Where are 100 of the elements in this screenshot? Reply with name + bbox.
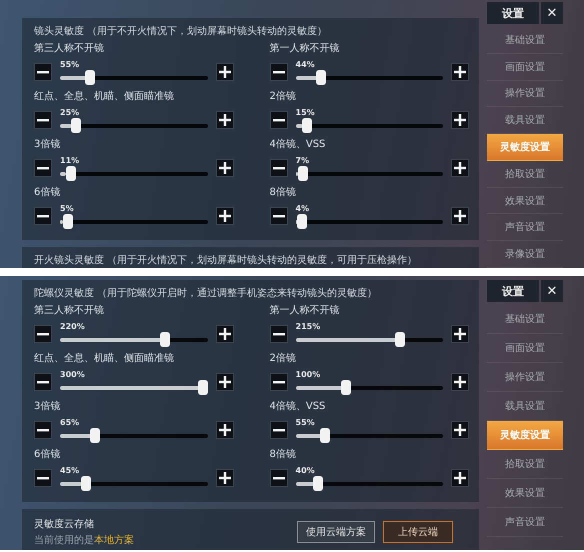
slider-value: 55% — [296, 418, 316, 428]
slider-track[interactable] — [296, 380, 443, 394]
minus-button[interactable] — [270, 325, 288, 343]
sidebar-item[interactable]: 声音设置 — [487, 508, 563, 537]
plan-name: 本地方案 — [94, 535, 134, 546]
plus-button[interactable] — [216, 325, 234, 343]
plus-button[interactable] — [216, 63, 234, 81]
minus-button[interactable] — [270, 207, 288, 225]
sidebar-item[interactable]: 基础设置 — [487, 27, 563, 54]
slider-track[interactable] — [60, 428, 208, 442]
sidebar-item[interactable]: 基础设置 — [487, 305, 563, 334]
sidebar-item[interactable]: 操作设置 — [487, 80, 563, 108]
slider-track[interactable] — [60, 380, 208, 394]
minus-button[interactable] — [270, 421, 288, 439]
slider-thumb[interactable] — [198, 380, 208, 394]
slider-label: 3倍镜 — [34, 400, 62, 414]
plus-button[interactable] — [451, 207, 469, 225]
slider-track[interactable] — [296, 118, 443, 132]
slider-value: 215% — [296, 322, 322, 332]
slider-thumb[interactable] — [316, 70, 326, 84]
minus-button[interactable] — [34, 111, 52, 129]
slider-track[interactable] — [60, 166, 208, 180]
minus-button[interactable] — [270, 373, 288, 391]
plus-icon — [454, 328, 466, 340]
plus-icon — [454, 66, 466, 78]
slider-thumb[interactable] — [84, 70, 95, 84]
minus-button[interactable] — [34, 63, 52, 81]
slider-track[interactable] — [60, 118, 208, 132]
slider-thumb[interactable] — [160, 332, 170, 346]
slider-thumb[interactable] — [302, 118, 312, 132]
sidebar-item[interactable]: 效果设置 — [487, 479, 563, 508]
slider-thumb[interactable] — [62, 214, 73, 228]
slider-label: 3倍镜 — [34, 138, 62, 152]
sidebar-item[interactable]: 灵敏度设置 — [487, 134, 563, 161]
minus-button[interactable] — [34, 159, 52, 177]
slider-thumb[interactable] — [394, 332, 404, 346]
slider-track[interactable] — [296, 70, 443, 84]
slider-label: 第三人称不开镜 — [34, 304, 105, 318]
plus-button[interactable] — [451, 469, 469, 487]
minus-button[interactable] — [34, 207, 52, 225]
upload-button[interactable]: 上传云端 — [383, 521, 453, 543]
slider-track[interactable] — [296, 476, 443, 490]
minus-button[interactable] — [34, 421, 52, 439]
plus-button[interactable] — [451, 63, 469, 81]
minus-button[interactable] — [270, 159, 288, 177]
slider-thumb[interactable] — [340, 380, 351, 394]
plus-icon — [218, 66, 230, 78]
plus-icon — [218, 328, 230, 340]
section-title: 镜头灵敏度 （用于不开火情况下，划动屏幕时镜头转动的灵敏度） — [34, 24, 328, 38]
slider-value: 45% — [60, 466, 80, 476]
section-title: 陀螺仪灵敏度 （用于陀螺仪开启时，通过调整手机姿态来转动镜头的灵敏度） — [34, 286, 378, 300]
minus-button[interactable] — [270, 63, 288, 81]
plus-button[interactable] — [216, 159, 234, 177]
slider-track[interactable] — [296, 332, 443, 346]
slider-track[interactable] — [60, 332, 208, 346]
slider-thumb[interactable] — [320, 428, 330, 442]
plus-button[interactable] — [451, 421, 469, 439]
sidebar-item[interactable]: 拾取设置 — [487, 450, 563, 479]
sidebar-item[interactable]: 画面设置 — [487, 54, 563, 81]
plus-button[interactable] — [451, 111, 469, 129]
plus-button[interactable] — [216, 421, 234, 439]
slider-track[interactable] — [60, 70, 208, 84]
minus-button[interactable] — [34, 373, 52, 391]
sidebar-item[interactable]: 声音设置 — [487, 214, 563, 242]
minus-button[interactable] — [34, 325, 52, 343]
sidebar-item[interactable]: 效果设置 — [487, 188, 563, 214]
slider-thumb[interactable] — [90, 428, 100, 442]
sidebar-item[interactable]: 拾取设置 — [487, 160, 563, 188]
sidebar-item[interactable]: 画面设置 — [487, 334, 563, 363]
slider-thumb[interactable] — [296, 214, 307, 228]
plus-button[interactable] — [451, 325, 469, 343]
slider-thumb[interactable] — [71, 118, 81, 132]
plus-button[interactable] — [216, 111, 234, 129]
plus-button[interactable] — [451, 159, 469, 177]
plus-button[interactable] — [216, 373, 234, 391]
slider-thumb[interactable] — [298, 166, 308, 180]
minus-button[interactable] — [270, 469, 288, 487]
slider-label: 8倍镜 — [270, 448, 297, 462]
slider-track[interactable] — [296, 428, 443, 442]
minus-button[interactable] — [34, 469, 52, 487]
sidebar-item[interactable]: 灵敏度设置 — [487, 421, 563, 450]
slider-thumb[interactable] — [313, 476, 324, 490]
slider-track[interactable] — [60, 476, 208, 490]
slider-label: 6倍镜 — [34, 186, 62, 200]
slider-track[interactable] — [296, 166, 443, 180]
slider-thumb[interactable] — [66, 166, 76, 180]
close-button[interactable]: ✕ — [541, 2, 563, 24]
slider-track[interactable] — [296, 214, 443, 228]
plus-button[interactable] — [451, 373, 469, 391]
slider-thumb[interactable] — [80, 476, 91, 490]
sidebar-item[interactable]: 操作设置 — [487, 363, 563, 392]
slider-label: 2倍镜 — [270, 352, 297, 366]
cloud-plan-button[interactable]: 使用云端方案 — [297, 521, 375, 543]
plus-button[interactable] — [216, 207, 234, 225]
slider-value: 44% — [296, 60, 316, 70]
plus-button[interactable] — [216, 469, 234, 487]
slider-track[interactable] — [60, 214, 208, 228]
minus-button[interactable] — [270, 111, 288, 129]
close-button[interactable]: ✕ — [541, 280, 563, 302]
sidebar-item[interactable]: 录像设置 — [487, 241, 563, 268]
